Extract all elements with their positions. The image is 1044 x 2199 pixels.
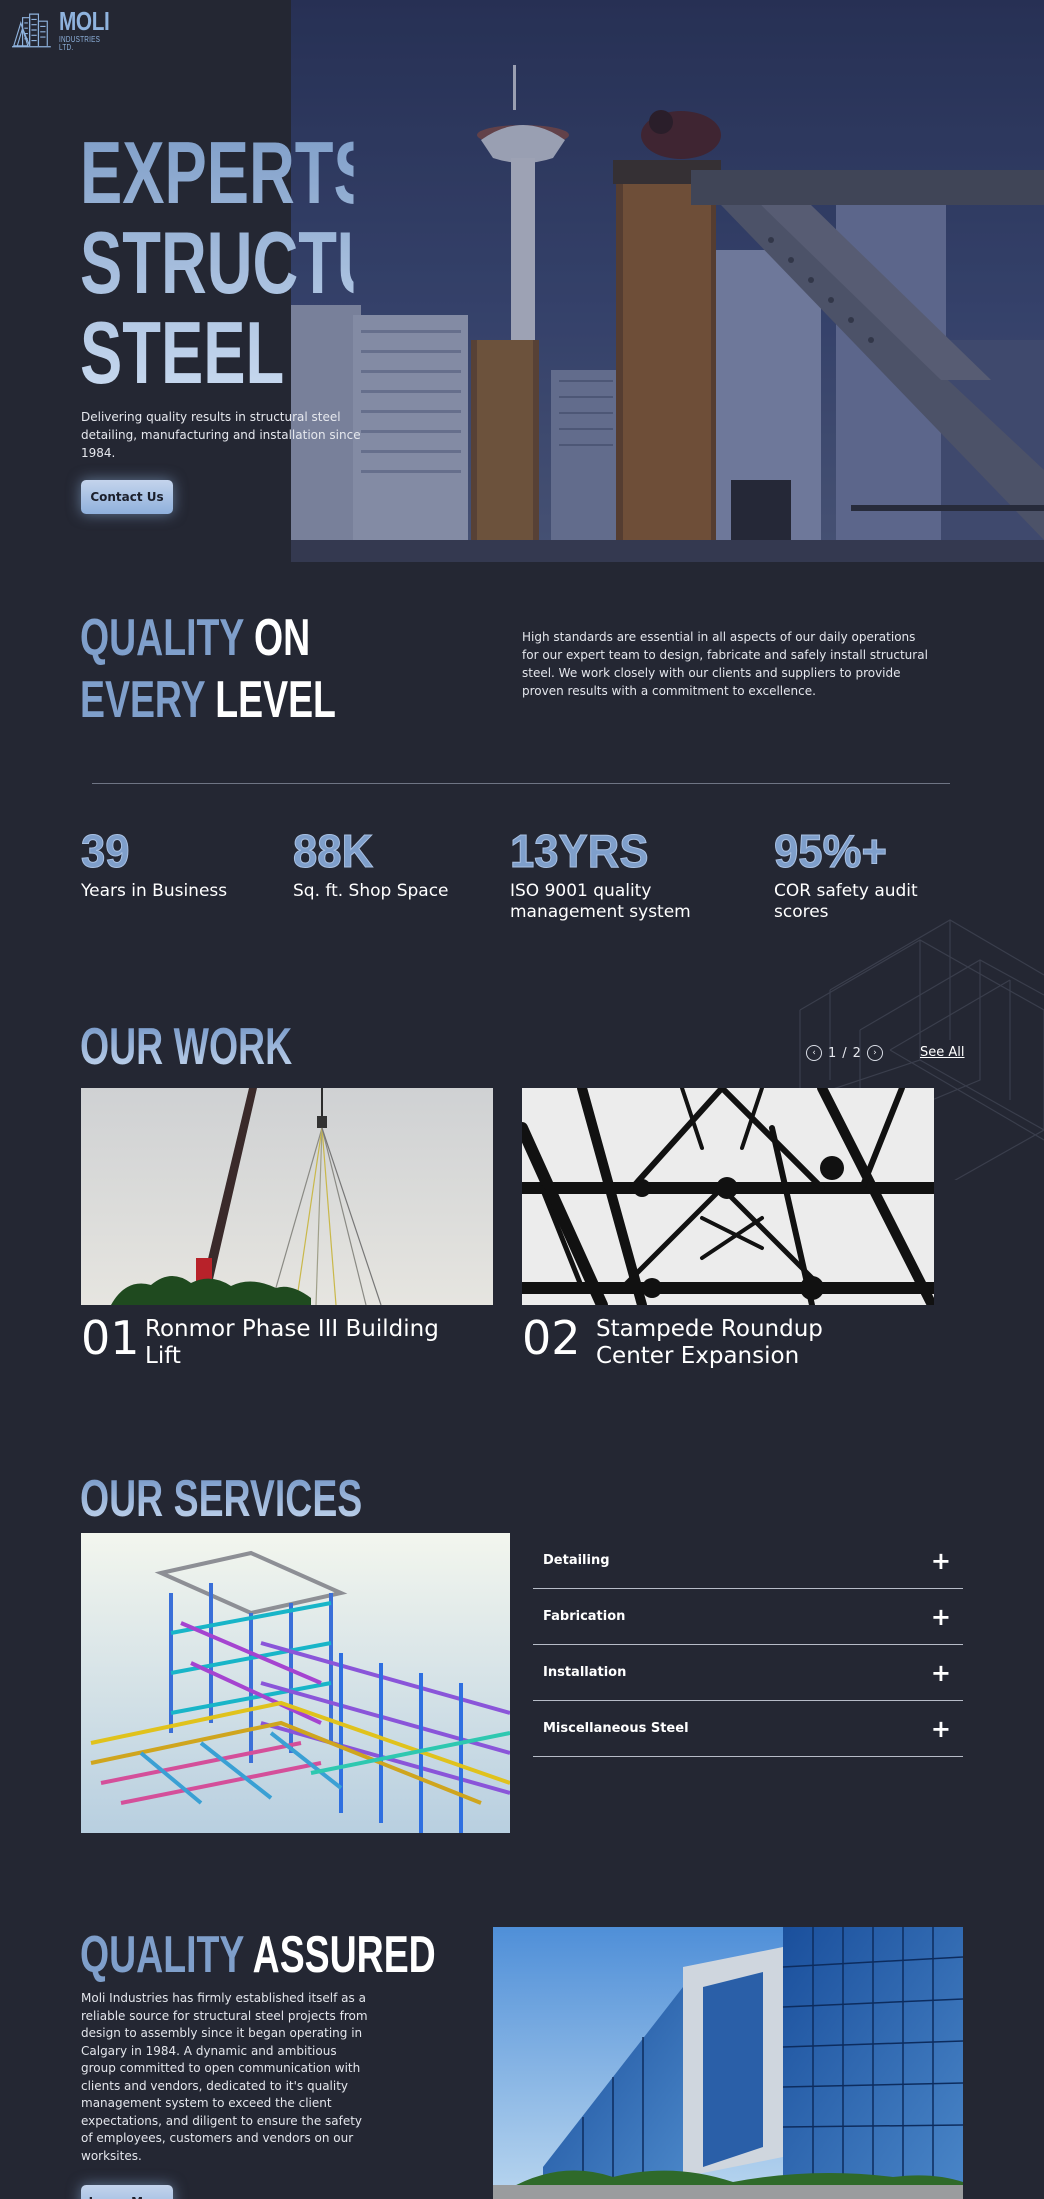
plus-icon[interactable]: + xyxy=(931,1605,951,1629)
project-name[interactable]: Ronmor Phase III Building Lift xyxy=(145,1316,445,1370)
plus-icon[interactable]: + xyxy=(931,1549,951,1573)
stat-value: 39 xyxy=(81,825,131,877)
stat-value: 13YRS xyxy=(510,825,649,877)
accordion-fabrication[interactable]: Fabrication + xyxy=(533,1589,963,1645)
hero-title-line: STEEL xyxy=(80,303,285,402)
accordion-installation[interactable]: Installation + xyxy=(533,1645,963,1701)
pager-current: 1 xyxy=(828,1045,837,1061)
logo-subtitle: INDUSTRIES LTD. xyxy=(58,35,100,52)
quality-heading: QUALITY ON EVERY LEVEL xyxy=(80,607,368,731)
learn-more-button[interactable]: Learn More xyxy=(81,2185,173,2199)
pager-total: 2 xyxy=(852,1045,861,1061)
project-name-line: Stampede Roundup xyxy=(596,1316,823,1342)
plus-icon[interactable]: + xyxy=(931,1717,951,1741)
stat-value: 95%+ xyxy=(774,825,888,877)
stat-label: Sq. ft. Shop Space xyxy=(293,881,449,901)
project-image-ronmor[interactable] xyxy=(81,1088,493,1305)
stat-years: 39 Years in Business xyxy=(81,825,228,902)
quality-assured-text: ASSURED xyxy=(243,1926,436,1984)
section-divider xyxy=(92,783,950,784)
site-logo[interactable]: MOLI INDUSTRIES LTD. xyxy=(12,8,122,52)
quality-assured-heading: QUALITY ASSURED xyxy=(80,1926,436,1984)
project-name[interactable]: Stampede Roundup Center Expansion xyxy=(596,1316,896,1370)
stat-label: COR safety audit xyxy=(774,881,918,901)
contact-us-button[interactable]: Contact Us xyxy=(81,480,173,514)
accordion-label: Fabrication xyxy=(543,1609,626,1624)
stat-shop-space: 88K Sq. ft. Shop Space xyxy=(293,826,449,902)
plus-icon[interactable]: + xyxy=(931,1661,951,1685)
accordion-label: Installation xyxy=(543,1665,627,1680)
accordion-label: Miscellaneous Steel xyxy=(543,1721,689,1736)
accordion-miscellaneous-steel[interactable]: Miscellaneous Steel + xyxy=(533,1701,963,1757)
chevron-right-icon[interactable]: › xyxy=(866,1045,883,1061)
project-number: 01 xyxy=(81,1311,140,1365)
quality-description: High standards are essential in all aspe… xyxy=(522,630,928,698)
project-name-line: Center Expansion xyxy=(596,1343,800,1369)
project-name-line: Ronmor Phase III Building xyxy=(145,1316,439,1342)
stat-value: 88K xyxy=(293,825,374,877)
hero-description: Delivering quality results in structural… xyxy=(81,410,361,460)
quality-assured-accent: QUALITY xyxy=(80,1926,244,1984)
stat-label: Years in Business xyxy=(81,881,228,901)
hero-title: EXPERTS IN STRUCTURAL STEEL xyxy=(80,128,354,398)
office-building-image xyxy=(493,1927,963,2199)
accordion-label: Detailing xyxy=(543,1553,610,1568)
logo-name: MOLI xyxy=(58,6,110,36)
hero-title-line: EXPERTS IN xyxy=(80,123,457,222)
project-image-stampede[interactable] xyxy=(522,1088,934,1305)
pager-separator: / xyxy=(842,1045,847,1061)
quality-heading-accent: EVERY xyxy=(80,671,205,729)
stat-label: management system xyxy=(510,902,691,922)
stat-iso: 13YRS ISO 9001 quality management system xyxy=(510,826,691,923)
chevron-left-icon[interactable]: ‹ xyxy=(806,1045,822,1061)
see-all-link[interactable]: See All xyxy=(920,1045,965,1060)
hero-title-line: STRUCTURAL xyxy=(80,213,513,312)
project-name-line: Lift xyxy=(145,1343,181,1369)
building-logo-icon xyxy=(12,13,51,48)
quality-assured-description: Moli Industries has firmly established i… xyxy=(81,1991,368,2163)
quality-heading-text: LEVEL xyxy=(204,671,336,729)
stat-label: ISO 9001 quality xyxy=(510,881,652,901)
services-3d-model-image xyxy=(81,1533,510,1833)
our-work-heading: OUR WORK xyxy=(80,1018,293,1076)
our-services-heading: OUR SERVICES xyxy=(80,1470,363,1528)
quality-heading-accent: QUALITY xyxy=(80,609,244,667)
quality-heading-text: ON xyxy=(243,609,311,667)
work-pager: ‹ 1 / 2 › xyxy=(806,1045,883,1061)
accordion-detailing[interactable]: Detailing + xyxy=(533,1533,963,1589)
project-number: 02 xyxy=(522,1311,581,1365)
